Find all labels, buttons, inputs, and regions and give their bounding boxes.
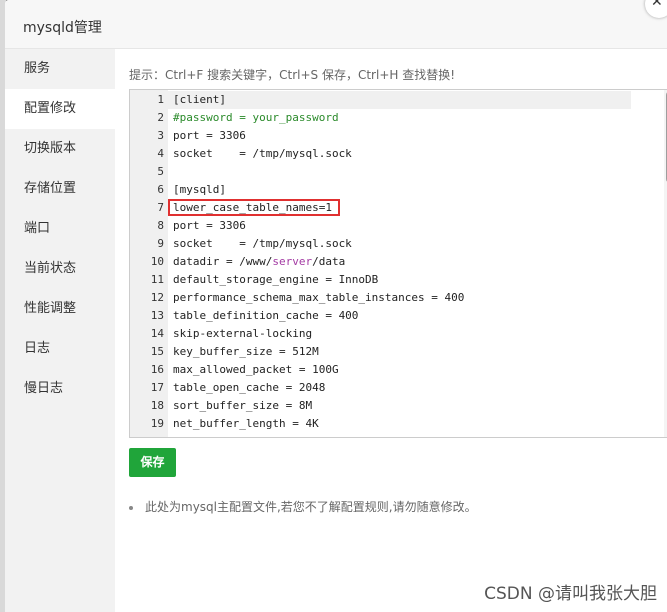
code-lines: 1 [client] 2 #password = your_password 3 po…: [130, 91, 667, 433]
line-text: port = 3306: [173, 129, 246, 142]
code-line[interactable]: 10 datadir = /www/server/data: [130, 253, 667, 271]
code-line[interactable]: 13 table_definition_cache = 400: [130, 307, 667, 325]
editor-hint: 提示：Ctrl+F 搜索关键字，Ctrl+S 保存，Ctrl+H 查找替换!: [129, 68, 456, 82]
code-line[interactable]: 4 socket = /tmp/mysql.sock: [130, 145, 667, 163]
bullet-icon: [129, 505, 133, 510]
line-number: 11: [150, 273, 164, 286]
watermark: CSDN @请叫我张大胆: [484, 584, 657, 604]
line-text: lower_case_table_names=1: [173, 201, 332, 214]
line-text: sort_buffer_size = 8M: [173, 399, 313, 412]
config-code-editor[interactable]: 1 [client] 2 #password = your_password 3 po…: [129, 89, 667, 438]
line-text: #password = your_password: [173, 109, 339, 127]
sidebar-item-label: 服务: [24, 61, 51, 76]
line-number: 18: [150, 399, 164, 412]
line-text: datadir = /www/server/data: [173, 255, 346, 268]
sidebar: 服务 配置修改 切换版本 存储位置 端口 当前状态 性能调整 日志 慢日志: [5, 49, 115, 612]
line-text: performance_schema_max_table_instances =…: [173, 291, 465, 304]
code-line[interactable]: 12 performance_schema_max_table_instances…: [130, 289, 667, 307]
code-line[interactable]: 17 table_open_cache = 2048: [130, 379, 667, 397]
code-line[interactable]: 3 port = 3306: [130, 127, 667, 145]
line-number: 13: [150, 309, 164, 322]
line-text: skip-external-locking: [173, 327, 313, 340]
line-text: table_open_cache = 2048: [173, 381, 326, 394]
code-line[interactable]: 8 port = 3306: [130, 217, 667, 235]
mysqld-manager-dialog: mysqld管理 服务 配置修改 切换版本 存储位置 端口 当前状态 性能调整 …: [5, 0, 667, 612]
line-text: socket = /tmp/mysql.sock: [173, 147, 352, 160]
code-line[interactable]: 11 default_storage_engine = InnoDB: [130, 271, 667, 289]
sidebar-item-label: 慢日志: [24, 381, 64, 396]
sidebar-item-performance[interactable]: 性能调整: [5, 289, 115, 329]
line-number: 12: [150, 291, 164, 304]
line-number: 3: [157, 129, 164, 142]
line-number: 15: [150, 345, 164, 358]
line-number: 4: [157, 147, 164, 160]
line-text: socket = /tmp/mysql.sock: [173, 237, 352, 250]
sidebar-item-service[interactable]: 服务: [5, 49, 115, 89]
config-note: 此处为mysql主配置文件,若您不了解配置规则,请勿随意修改。: [129, 498, 477, 515]
line-text: key_buffer_size = 512M: [173, 345, 319, 358]
line-number: 16: [150, 363, 164, 376]
path-keyword: server: [272, 255, 313, 268]
sidebar-item-config[interactable]: 配置修改: [5, 89, 115, 129]
current-line-highlight: [168, 91, 631, 109]
code-line[interactable]: 7 lower_case_table_names=1: [130, 199, 667, 217]
line-number: 10: [150, 255, 164, 268]
sidebar-item-label: 配置修改: [24, 101, 77, 116]
line-text: net_buffer_length = 4K: [173, 417, 319, 430]
code-line[interactable]: 16 max_allowed_packet = 100G: [130, 361, 667, 379]
line-text: port = 3306: [173, 219, 246, 232]
line-number: 14: [150, 327, 164, 340]
sidebar-item-label: 日志: [24, 341, 51, 356]
code-line[interactable]: 6 [mysqld]: [130, 181, 667, 199]
line-number: 8: [157, 219, 164, 232]
code-line[interactable]: 5: [130, 163, 667, 181]
line-number: 2: [157, 111, 164, 124]
line-number: 7: [157, 201, 164, 214]
line-number: 5: [157, 165, 164, 178]
code-line[interactable]: 15 key_buffer_size = 512M: [130, 343, 667, 361]
code-line[interactable]: 19 net_buffer_length = 4K: [130, 415, 667, 433]
code-line[interactable]: 1 [client]: [130, 91, 667, 109]
sidebar-item-log[interactable]: 日志: [5, 329, 115, 369]
sidebar-item-port[interactable]: 端口: [5, 209, 115, 249]
close-icon: ✕: [651, 0, 663, 10]
sidebar-item-switch-version[interactable]: 切换版本: [5, 129, 115, 169]
line-text: max_allowed_packet = 100G: [173, 363, 339, 376]
comment-text: #password = your_password: [173, 111, 339, 124]
code-line[interactable]: 9 socket = /tmp/mysql.sock: [130, 235, 667, 253]
code-line[interactable]: 18 sort_buffer_size = 8M: [130, 397, 667, 415]
sidebar-item-status[interactable]: 当前状态: [5, 249, 115, 289]
sidebar-item-label: 性能调整: [24, 301, 77, 316]
sidebar-item-storage[interactable]: 存储位置: [5, 169, 115, 209]
dialog-title: mysqld管理: [23, 20, 102, 36]
line-number: 1: [157, 93, 164, 106]
code-line[interactable]: 2 #password = your_password: [130, 109, 667, 127]
save-button[interactable]: 保存: [129, 448, 176, 477]
sidebar-item-label: 端口: [24, 221, 51, 236]
line-text: [mysqld]: [173, 183, 226, 196]
sidebar-item-label: 当前状态: [24, 261, 77, 276]
line-number: 17: [150, 381, 164, 394]
dialog-titlebar: mysqld管理: [5, 0, 667, 49]
line-number: 19: [150, 417, 164, 430]
line-text: table_definition_cache = 400: [173, 309, 359, 322]
line-number: 9: [157, 237, 164, 250]
config-note-text: 此处为mysql主配置文件,若您不了解配置规则,请勿随意修改。: [145, 500, 477, 514]
sidebar-item-label: 存储位置: [24, 181, 77, 196]
config-content: 提示：Ctrl+F 搜索关键字，Ctrl+S 保存，Ctrl+H 查找替换! 1…: [115, 49, 667, 612]
sidebar-item-label: 切换版本: [24, 141, 77, 156]
sidebar-item-slow-log[interactable]: 慢日志: [5, 369, 115, 409]
line-text: [client]: [173, 93, 226, 106]
line-number: 6: [157, 183, 164, 196]
line-text: default_storage_engine = InnoDB: [173, 273, 379, 286]
code-line[interactable]: 14 skip-external-locking: [130, 325, 667, 343]
